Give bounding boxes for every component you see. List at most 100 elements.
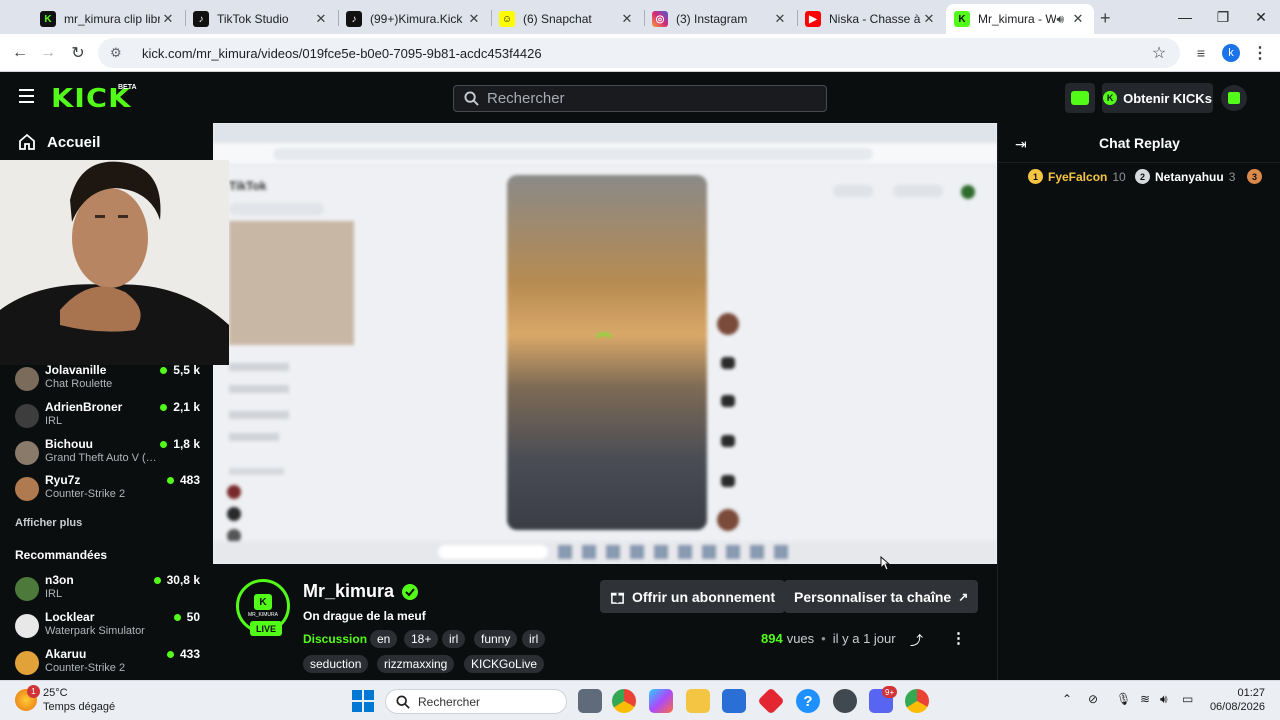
channel-name: Ryu7z xyxy=(45,473,81,487)
rank-badge: 1 xyxy=(1028,169,1043,184)
tag-chip[interactable]: irl xyxy=(442,630,466,648)
tag-chip[interactable]: en xyxy=(370,630,398,648)
reload-icon[interactable]: ↻ xyxy=(66,41,90,65)
channel-category: Waterpark Simulator xyxy=(45,625,145,637)
kick-header: KICK BETA Rechercher K Obtenir KICKs xyxy=(0,72,1280,123)
browser-tab[interactable]: ▶ Niska - Chasse à l'ho ✕ xyxy=(797,4,945,34)
sidebar-channel[interactable]: Jolavanille Chat Roulette 5,5 k xyxy=(15,363,200,397)
close-tab-icon[interactable]: ✕ xyxy=(313,11,329,27)
gift-subscription-button[interactable]: Offrir un abonnement xyxy=(600,580,786,613)
wifi-icon[interactable]: ≋ xyxy=(1140,692,1150,706)
channel-name[interactable]: Mr_kimura xyxy=(303,581,394,602)
tab-title: (99+)Kimura.Kick (@ xyxy=(370,12,466,26)
battery-icon[interactable]: ▭ xyxy=(1182,692,1193,706)
forward-arrow-icon[interactable]: → xyxy=(36,41,60,65)
media-queue-icon[interactable]: ≡ xyxy=(1189,41,1213,65)
sidebar-channel[interactable]: Locklear Waterpark Simulator 50 xyxy=(15,610,200,644)
windows-start-icon[interactable] xyxy=(352,690,374,712)
weather-badge: 1 xyxy=(27,685,40,698)
steam-icon[interactable] xyxy=(833,689,857,713)
sidebar-item-home[interactable]: Accueil xyxy=(18,133,100,151)
close-tab-icon[interactable]: ✕ xyxy=(160,11,176,27)
taskbar-search-input[interactable]: Rechercher xyxy=(385,689,567,714)
loading-spinner-icon xyxy=(593,333,615,355)
viewer-count: 5,5 k xyxy=(160,363,200,377)
microphone-icon[interactable]: 🎙︎ xyxy=(1116,692,1131,706)
live-dot-icon xyxy=(166,476,174,484)
browser-tab[interactable]: ♪ (99+)Kimura.Kick (@ ✕ xyxy=(338,4,490,34)
more-options-icon[interactable]: ⋮ xyxy=(951,629,966,647)
copilot-icon[interactable] xyxy=(649,689,673,713)
channel-name: Jolavanille xyxy=(45,363,107,377)
tag-chip[interactable]: funny xyxy=(474,630,518,648)
browser-tab[interactable]: K mr_kimura clip library ✕ xyxy=(32,4,184,34)
sidebar-channel[interactable]: Bichouu Grand Theft Auto V (… 1,8 k xyxy=(15,437,200,471)
top-gifter[interactable]: 3 xyxy=(1247,169,1267,184)
microsoft-store-icon[interactable] xyxy=(722,689,746,713)
clock-date[interactable]: 06/08/2026 xyxy=(1203,701,1265,713)
browser-tab[interactable]: ♪ TikTok Studio ✕ xyxy=(185,4,337,34)
channel-avatar xyxy=(15,651,39,675)
chat-header: ⇥ Chat Replay xyxy=(998,123,1280,163)
back-arrow-icon[interactable]: ← xyxy=(8,41,32,65)
channel-avatar xyxy=(15,614,39,638)
profile-avatar[interactable]: k xyxy=(1219,41,1243,65)
tiktok-favicon-icon: ♪ xyxy=(193,11,209,27)
sidebar-channel[interactable]: AdrienBroner IRL 2,1 k xyxy=(15,400,200,434)
hamburger-menu-icon[interactable] xyxy=(19,89,34,103)
network-icon[interactable]: ⊘ xyxy=(1088,692,1098,706)
close-window-icon[interactable]: ✕ xyxy=(1242,0,1280,34)
tag-chip[interactable]: 18+ xyxy=(404,630,439,648)
customize-channel-button[interactable]: Personnaliser ta chaîne ↗ xyxy=(784,580,979,613)
rank-badge: 3 xyxy=(1247,169,1262,184)
sidebar-channel[interactable]: Akaruu Counter-Strike 2 433 xyxy=(15,647,200,681)
sidebar-channel[interactable]: n3on IRL 30,8 k xyxy=(15,573,200,607)
instagram-favicon-icon: ◎ xyxy=(652,11,668,27)
close-tab-icon[interactable]: ✕ xyxy=(1070,11,1086,27)
chrome-icon[interactable] xyxy=(905,689,929,713)
close-tab-icon[interactable]: ✕ xyxy=(772,11,788,27)
browser-tab-active[interactable]: K Mr_kimura - Wat 🔊︎ ✕ xyxy=(946,4,1094,34)
volume-icon[interactable]: 🔊︎ xyxy=(1160,692,1168,707)
site-info-icon[interactable]: ⚙ xyxy=(110,45,128,61)
speaker-icon[interactable]: 🔊︎ xyxy=(1056,12,1064,27)
file-explorer-icon[interactable] xyxy=(686,689,710,713)
show-hidden-icons-icon[interactable]: ⌃ xyxy=(1062,692,1072,706)
tag-chip[interactable]: irl xyxy=(522,630,546,648)
chat-replay-panel: ⇥ Chat Replay 1 FyeFalcon 10 2 Netanyahu… xyxy=(997,123,1280,680)
show-more-link[interactable]: Afficher plus xyxy=(15,517,82,529)
search-placeholder: Rechercher xyxy=(487,90,565,107)
browser-tab[interactable]: ☺ (6) Snapchat ✕ xyxy=(491,4,643,34)
close-tab-icon[interactable]: ✕ xyxy=(921,11,937,27)
windows-taskbar: 1 25°C Temps dégagé Rechercher ? 9+ ⌃ ⊘ … xyxy=(0,680,1280,720)
url-bar[interactable]: ⚙ kick.com/mr_kimura/videos/019fce5e-b0e… xyxy=(98,38,1180,68)
user-avatar[interactable] xyxy=(1221,85,1247,111)
restore-icon[interactable]: ❐ xyxy=(1204,0,1242,34)
help-icon[interactable]: ? xyxy=(796,689,820,713)
top-gifter[interactable]: 2 Netanyahuu 3 xyxy=(1135,169,1235,184)
get-kicks-button[interactable]: K Obtenir KICKs xyxy=(1102,83,1213,113)
browser-menu-icon[interactable]: ⋮ xyxy=(1248,41,1272,65)
share-icon[interactable]: ⤴ xyxy=(910,630,923,649)
new-tab-button[interactable]: + xyxy=(1100,8,1111,29)
browser-tab[interactable]: ◎ (3) Instagram ✕ xyxy=(644,4,796,34)
tag-chip[interactable]: rizzmaxxing xyxy=(377,655,455,673)
red-app-icon[interactable] xyxy=(757,687,785,715)
close-tab-icon[interactable]: ✕ xyxy=(619,11,635,27)
top-gifter[interactable]: 1 FyeFalcon 10 xyxy=(1028,169,1126,184)
kick-favicon-icon: K xyxy=(954,11,970,27)
bookmark-star-icon[interactable]: ☆ xyxy=(1147,41,1171,65)
gift-drops-button[interactable] xyxy=(1065,83,1095,113)
home-icon xyxy=(19,133,35,150)
chrome-icon[interactable] xyxy=(612,689,636,713)
tag-chip[interactable]: KICKGoLive xyxy=(464,655,545,673)
tag-chip[interactable]: seduction xyxy=(303,655,369,673)
clock-time[interactable]: 01:27 xyxy=(1213,687,1265,699)
minimize-icon[interactable]: — xyxy=(1166,0,1204,34)
search-input[interactable]: Rechercher xyxy=(453,85,827,112)
video-player[interactable]: TikTok xyxy=(213,123,997,564)
sidebar-channel[interactable]: Ryu7z Counter-Strike 2 483 xyxy=(15,473,200,507)
category-link[interactable]: Discussion xyxy=(303,632,367,646)
task-view-icon[interactable] xyxy=(578,689,602,713)
close-tab-icon[interactable]: ✕ xyxy=(466,11,482,27)
